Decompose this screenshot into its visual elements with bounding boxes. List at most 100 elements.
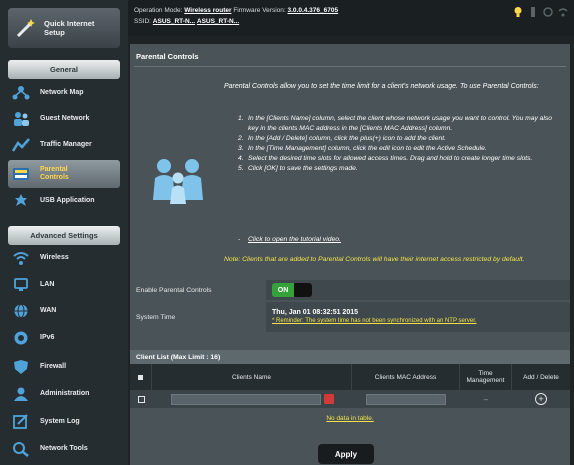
header-clients-mac: Clients MAC Address [352, 364, 460, 390]
sidebar-item-label: Administration [40, 390, 90, 397]
tutorial-video-link[interactable]: - Click to open the tutorial video. [238, 236, 341, 243]
ssid-link-2[interactable]: ASUS_RT-N... [197, 18, 239, 25]
usb-application-icon [11, 192, 31, 210]
operation-mode-label: Operation Mode: [134, 7, 183, 14]
client-dropdown-button[interactable] [323, 394, 334, 404]
select-all-header[interactable] [130, 364, 152, 390]
sidebar-item-label: Guest Network [40, 115, 90, 122]
sidebar-item-label: Wireless [40, 254, 69, 261]
wireless-icon [11, 249, 31, 267]
sidebar-item-label: Network Map [40, 89, 84, 96]
sidebar-item-network-tools[interactable]: Network Tools [8, 436, 120, 462]
sidebar-item-wireless[interactable]: Wireless [8, 245, 120, 271]
usb-status-icon[interactable] [528, 6, 538, 17]
step-item: 3. In the [Time Management] column, click… [238, 144, 552, 154]
sidebar-item-label: System Log [40, 418, 80, 425]
sidebar-item-label: Traffic Manager [40, 141, 92, 148]
magic-wand-icon [14, 17, 36, 39]
notification-bulb-icon[interactable] [513, 6, 523, 17]
ipv6-icon [11, 329, 31, 347]
sidebar-item-network-map[interactable]: Network Map [8, 80, 120, 106]
network-status-icon[interactable] [543, 6, 553, 17]
ssid-link-1[interactable]: ASUS_RT-N... [153, 18, 195, 25]
advanced-section-header: Advanced Settings [8, 226, 120, 245]
wifi-status-icon[interactable] [558, 6, 568, 17]
add-client-button[interactable]: + [535, 393, 547, 405]
step-number: 1. [238, 115, 244, 122]
system-time-row: System Time Thu, Jan 01 08:32:51 2015 * … [130, 302, 570, 332]
tutorial-link-text[interactable]: Click to open the tutorial video. [248, 236, 341, 243]
top-bar: Operation Mode: Wireless router Firmware… [128, 0, 574, 36]
sidebar-item-guest-network[interactable]: Guest Network [8, 106, 120, 132]
ssid-line: SSID: ASUS_RT-N... ASUS_RT-N... [134, 18, 239, 25]
sidebar-item-label: Parental Controls [40, 166, 69, 181]
parental-controls-icon [11, 165, 31, 183]
dash-icon: – [483, 394, 489, 404]
apply-button[interactable]: Apply [318, 444, 374, 464]
step-text: In the [Time Management] column, click t… [248, 145, 487, 152]
bullet-dash: - [238, 236, 241, 243]
quick-internet-setup-button[interactable]: Quick Internet Setup [8, 8, 120, 48]
status-icons [513, 6, 568, 17]
client-mac-input[interactable] [366, 393, 446, 405]
note-text: Note: Clients that are added to Parental… [224, 256, 525, 263]
title-divider [134, 66, 566, 67]
family-icon [150, 152, 206, 208]
step-text: Select the desired time slots for allowe… [248, 155, 533, 162]
enable-parental-controls-label: Enable Parental Controls [136, 286, 212, 294]
firmware-link[interactable]: 3.0.0.4.376_6705 [288, 7, 339, 14]
header-time-management: Time Management [460, 364, 512, 390]
sidebar-item-ipv6[interactable]: IPv6 [8, 325, 120, 351]
sidebar-item-firewall[interactable]: Firewall [8, 354, 120, 380]
lan-icon [11, 276, 31, 294]
sidebar-item-label: IPv6 [40, 334, 55, 341]
system-time-label: System Time [136, 313, 176, 321]
traffic-manager-icon [11, 136, 31, 154]
square-icon [138, 374, 143, 380]
system-log-icon [11, 413, 31, 431]
sidebar-item-label: Firewall [40, 363, 67, 370]
checkbox-icon [137, 395, 145, 403]
instruction-steps: 1. In the [Clients Name] column, select t… [238, 114, 552, 174]
step-number: 4. [238, 155, 244, 162]
step-item: 1. In the [Clients Name] column, select t… [238, 114, 552, 134]
sidebar-item-lan[interactable]: LAN [8, 272, 120, 298]
sidebar-item-label: WAN [40, 307, 57, 314]
table-row: – + [130, 390, 570, 408]
enable-parental-controls-row: Enable Parental Controls ON [130, 280, 570, 300]
parental-controls-toggle[interactable]: ON [272, 283, 312, 297]
network-map-icon [11, 84, 31, 102]
sidebar-item-traffic-manager[interactable]: Traffic Manager [8, 132, 120, 158]
page-title: Parental Controls [136, 52, 199, 61]
step-item: 4. Select the desired time slots for allo… [238, 154, 552, 164]
sidebar-item-parental-controls[interactable]: Parental Controls [8, 160, 120, 188]
ntp-reminder-link[interactable]: * Reminder: The system time has not been… [272, 317, 477, 326]
step-text: In the [Clients Name] column, select the… [248, 115, 552, 132]
client-name-input[interactable] [170, 393, 321, 405]
step-number: 2. [238, 135, 244, 142]
step-number: 5. [238, 165, 244, 172]
intro-text: Parental Controls allow you to set the t… [224, 83, 539, 90]
administration-icon [11, 385, 31, 403]
sidebar-item-wan[interactable]: WAN [8, 298, 120, 324]
sidebar-item-administration[interactable]: Administration [8, 381, 120, 407]
sidebar-item-label: Network Tools [40, 445, 88, 452]
plus-icon: + [538, 393, 544, 404]
main-panel: Parental Controls Parental Controls allo… [130, 44, 570, 465]
system-time-value: Thu, Jan 01 08:32:51 2015 [272, 309, 358, 316]
step-text: Click [OK] to save the settings made. [248, 165, 358, 172]
shield-icon [11, 358, 31, 376]
header-add-delete: Add / Delete [523, 373, 559, 381]
network-tools-icon [11, 440, 31, 458]
time-management-cell: – [460, 390, 512, 408]
client-list-header: Clients Name Clients MAC Address Time Ma… [130, 364, 570, 390]
operation-mode-link[interactable]: Wireless router [184, 7, 231, 14]
row-select-checkbox[interactable] [130, 390, 152, 408]
client-list-title: Client List (Max Limit : 16) [130, 350, 570, 364]
step-item: 2. In the [Add / Delete] column, click th… [238, 134, 552, 144]
general-section-header: General [8, 60, 120, 79]
step-item: 5. Click [OK] to save the settings made. [238, 164, 552, 174]
sidebar-item-system-log[interactable]: System Log [8, 409, 120, 435]
toggle-on-label: ON [272, 283, 294, 297]
sidebar-item-usb-application[interactable]: USB Application [8, 188, 120, 214]
